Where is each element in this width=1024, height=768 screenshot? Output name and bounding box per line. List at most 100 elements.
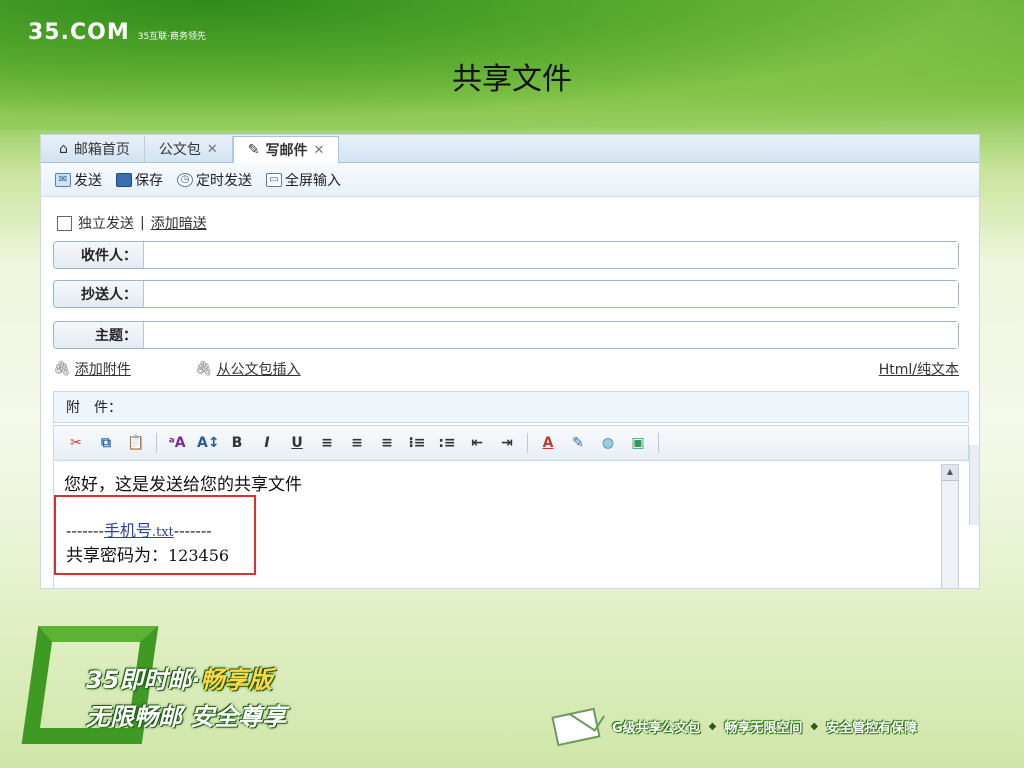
indent-icon[interactable]: ⇥ <box>497 435 517 451</box>
subject-label: 主题： <box>54 322 144 348</box>
footer-item: 畅享无限空间 <box>724 721 803 736</box>
schedule-send-button[interactable]: ◷ 定时发送 <box>177 170 252 190</box>
pencil-icon: ✎ <box>247 142 260 158</box>
file-name: 手机号 <box>103 521 152 540</box>
compose-toolbar: ✉ 发送 保存 ◷ 定时发送 ▭ 全屏输入 <box>41 163 979 197</box>
paperclip-icon: 🖇 <box>53 361 71 377</box>
shared-file-link[interactable]: 手机号.txt <box>104 521 174 540</box>
paperclip-icon: 🖇 <box>194 361 213 377</box>
send-label: 发送 <box>74 172 102 189</box>
schedule-label: 定时发送 <box>196 172 252 189</box>
timer-icon: ◷ <box>177 172 193 187</box>
slogan-prefix: 35即时邮· <box>86 666 201 694</box>
add-attachment-link[interactable]: 添加附件 <box>75 359 131 379</box>
tab-mail-home[interactable]: ⌂ 邮箱首页 <box>45 136 145 162</box>
footer-item: 安全管控有保障 <box>826 721 918 736</box>
send-options-row: 独立发送 | 添加暗送 <box>57 213 207 233</box>
attachments-box: 附 件： <box>53 391 969 423</box>
footer-item: G级共享公文包 <box>612 721 701 736</box>
subject-input[interactable] <box>144 322 958 348</box>
password-label: 共享密码为： <box>66 546 168 566</box>
to-field: 收件人： <box>53 241 959 269</box>
highlight-icon[interactable]: ✎ <box>568 435 588 451</box>
font-color-icon[interactable]: A <box>538 435 558 451</box>
slogan-highlight: 畅享版 <box>200 666 273 694</box>
fullscreen-button[interactable]: ▭ 全屏输入 <box>266 170 341 190</box>
bold-icon[interactable]: B <box>227 435 247 451</box>
toolbar-divider <box>527 433 528 453</box>
tab-label: 邮箱首页 <box>73 142 130 158</box>
logo-tagline: 35互联·商务领先 <box>137 32 207 42</box>
home-icon: ⌂ <box>59 141 68 157</box>
slide-title: 共享文件 <box>452 62 572 97</box>
toolbar-divider <box>156 433 157 453</box>
to-input[interactable] <box>144 242 958 268</box>
underline-icon[interactable]: U <box>287 435 307 451</box>
to-label[interactable]: 收件人： <box>54 242 144 268</box>
shared-file-line: -------手机号.txt------- <box>66 517 212 541</box>
cc-input[interactable] <box>144 281 958 307</box>
cut-icon[interactable]: ✂ <box>66 435 86 451</box>
save-label: 保存 <box>135 172 163 189</box>
footer-slogans: G级共享公文包 ◆ 畅享无限空间 ◆ 安全管控有保障 <box>612 717 917 736</box>
tab-label: 公文包 <box>158 142 201 158</box>
password-value: 123456 <box>168 546 230 565</box>
insert-from-briefcase-link[interactable]: 从公文包插入 <box>217 359 301 379</box>
link-icon[interactable]: ◍ <box>598 435 618 451</box>
side-collapse-handle[interactable] <box>969 445 979 525</box>
logo-main-text: 35.COM <box>28 20 130 45</box>
image-icon[interactable]: ▣ <box>628 435 648 451</box>
fullscreen-icon: ▭ <box>266 172 282 187</box>
editor-scrollbar[interactable]: ▲ <box>941 464 959 588</box>
subject-field: 主题： <box>53 321 959 349</box>
tab-briefcase[interactable]: 公文包 ✕ <box>145 136 233 162</box>
spellcheck-icon[interactable]: ᵃA <box>167 435 187 451</box>
format-toggle-link[interactable]: Html/纯文本 <box>879 359 959 379</box>
send-icon: ✉ <box>55 172 71 187</box>
ordered-list-icon[interactable]: ⁝≡ <box>407 435 427 451</box>
slogan-line-1: 35即时邮·畅享版 <box>86 660 286 695</box>
dash-left: ------- <box>66 521 104 540</box>
envelope-icon <box>551 707 601 747</box>
file-ext: .txt <box>151 525 174 540</box>
send-button[interactable]: ✉ 发送 <box>55 170 102 190</box>
copy-icon[interactable]: ⧉ <box>96 435 116 451</box>
unordered-list-icon[interactable]: :≡ <box>437 435 457 451</box>
tab-compose[interactable]: ✎ 写邮件 ✕ <box>232 136 340 163</box>
tab-bar: ⌂ 邮箱首页 公文包 ✕ ✎ 写邮件 ✕ <box>41 135 979 163</box>
toolbar-divider <box>658 433 659 453</box>
attachment-actions-row: 🖇 添加附件 🖇 从公文包插入 Html/纯文本 <box>53 359 959 379</box>
footer-separator: ◆ <box>708 721 717 732</box>
align-left-icon[interactable]: ≡ <box>317 435 337 451</box>
attachments-label: 附 件： <box>66 400 122 416</box>
outdent-icon[interactable]: ⇤ <box>467 435 487 451</box>
add-bcc-link[interactable]: 添加暗送 <box>151 213 207 233</box>
footer-separator: ◆ <box>810 721 819 732</box>
align-center-icon[interactable]: ≡ <box>347 435 367 451</box>
font-size-icon[interactable]: A↕ <box>197 435 220 451</box>
shared-file-highlight-box: -------手机号.txt------- 共享密码为：123456 <box>54 495 256 575</box>
share-password-line: 共享密码为：123456 <box>66 541 229 566</box>
save-button[interactable]: 保存 <box>116 170 163 190</box>
company-logo: 35.COM 35互联·商务领先 <box>28 20 206 45</box>
message-body-editor[interactable]: 您好，这是发送给您的共享文件 -------手机号.txt------- 共享密… <box>53 462 969 588</box>
message-greeting: 您好，这是发送给您的共享文件 <box>64 475 302 495</box>
scroll-up-icon[interactable]: ▲ <box>942 465 958 481</box>
dash-right: ------- <box>173 521 212 540</box>
close-icon[interactable]: ✕ <box>314 143 325 158</box>
cc-field: 抄送人： <box>53 280 959 308</box>
product-slogan: 35即时邮·畅享版 无限畅邮 安全尊享 <box>86 660 286 732</box>
separate-send-checkbox[interactable] <box>57 215 72 231</box>
tab-label: 写邮件 <box>265 143 308 159</box>
separate-send-label: 独立发送 <box>78 216 134 232</box>
italic-icon[interactable]: I <box>257 435 277 451</box>
fullscreen-label: 全屏输入 <box>285 172 341 189</box>
slogan-line-2: 无限畅邮 安全尊享 <box>86 703 287 731</box>
option-separator: | <box>140 215 145 231</box>
close-icon[interactable]: ✕ <box>207 142 218 157</box>
save-icon <box>116 172 132 187</box>
align-right-icon[interactable]: ≡ <box>377 435 397 451</box>
cc-label[interactable]: 抄送人： <box>54 281 144 307</box>
paste-icon[interactable]: 📋 <box>126 435 146 451</box>
mail-compose-screenshot: ⌂ 邮箱首页 公文包 ✕ ✎ 写邮件 ✕ ✉ 发送 保存 ◷ 定时发送 ▭ 全屏… <box>40 134 980 589</box>
